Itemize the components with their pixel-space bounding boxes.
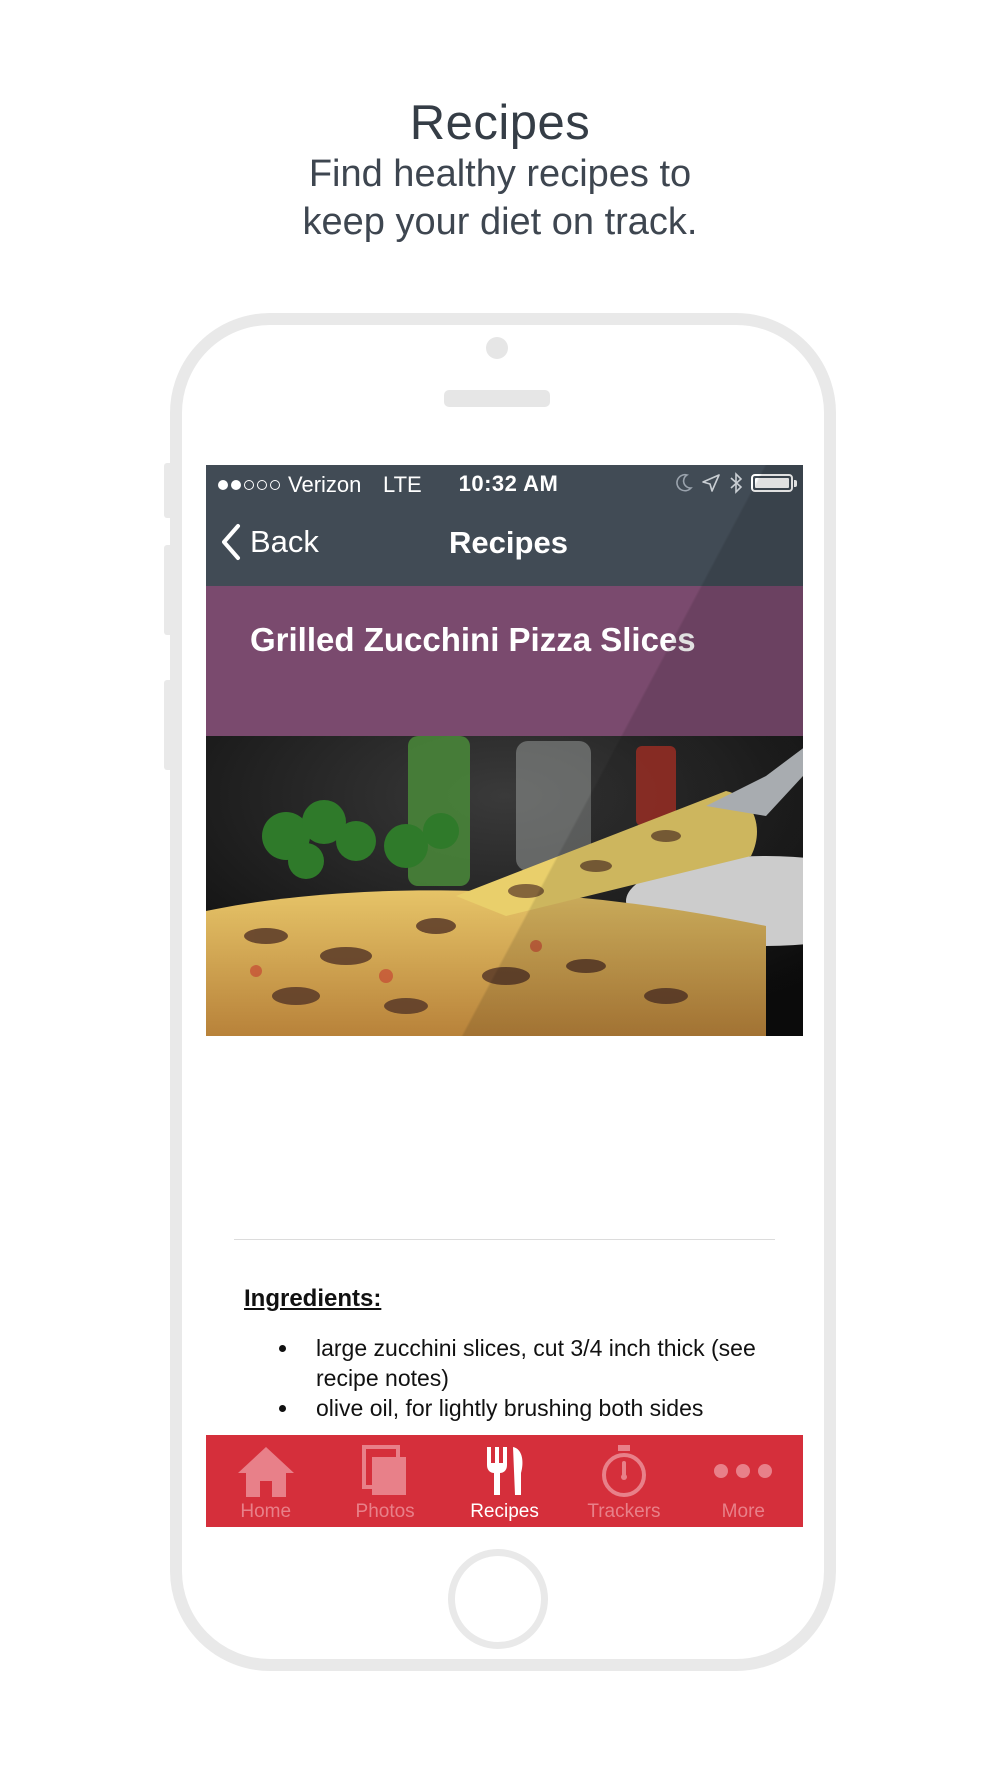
tab-label: Photos	[355, 1501, 415, 1522]
location-arrow-icon	[702, 474, 720, 492]
recipe-title: Grilled Zucchini Pizza Slices	[250, 621, 696, 658]
ingredient-item: olive oil, for lightly brushing both sid…	[300, 1393, 764, 1423]
photos-icon	[362, 1445, 407, 1495]
tab-trackers[interactable]: Trackers	[564, 1435, 683, 1527]
promo-subtitle: Find healthy recipes to keep your diet o…	[250, 150, 750, 246]
tab-label: More	[721, 1501, 765, 1522]
navigation-bar: Back Recipes	[206, 503, 803, 586]
stopwatch-icon	[601, 1445, 646, 1497]
tab-bar: Home Photos Recipes Trackers More	[206, 1435, 803, 1527]
content-divider	[234, 1239, 775, 1240]
tab-label: Home	[240, 1501, 292, 1522]
battery-tip	[794, 480, 797, 487]
tab-photos[interactable]: Photos	[325, 1435, 444, 1527]
fork-knife-icon	[486, 1447, 523, 1495]
app-screen: Verizon LTE 10:32 AM Back Recipes Grille…	[206, 465, 803, 1527]
phone-speaker	[444, 390, 550, 407]
recipe-header: Grilled Zucchini Pizza Slices	[206, 586, 803, 736]
phone-volume-up	[164, 545, 172, 635]
bluetooth-icon	[730, 472, 743, 494]
tab-label: Recipes	[470, 1501, 539, 1522]
moon-icon	[676, 473, 693, 492]
battery-level	[755, 478, 789, 488]
status-icons	[675, 472, 797, 494]
status-bar: Verizon LTE 10:32 AM	[206, 465, 803, 503]
tab-home[interactable]: Home	[206, 1435, 325, 1527]
phone-camera	[486, 337, 508, 359]
phone-silent-switch	[164, 463, 172, 518]
tab-recipes[interactable]: Recipes	[445, 1435, 564, 1527]
ingredient-item: large zucchini slices, cut 3/4 inch thic…	[300, 1333, 764, 1393]
ingredients-section: Ingredients: large zucchini slices, cut …	[244, 1285, 764, 1423]
phone-volume-down	[164, 680, 172, 770]
tab-more[interactable]: More	[684, 1435, 803, 1527]
recipe-photo	[206, 736, 803, 1036]
ingredients-list: large zucchini slices, cut 3/4 inch thic…	[244, 1333, 764, 1423]
tab-label: Trackers	[587, 1501, 661, 1522]
battery-icon	[751, 474, 797, 492]
promo-subtitle-line-2: keep your diet on track.	[302, 201, 698, 243]
nav-title: Recipes	[449, 525, 568, 560]
phone-home-button[interactable]	[448, 1549, 548, 1649]
promo-subtitle-line-1: Find healthy recipes to	[308, 153, 692, 195]
ingredients-heading: Ingredients:	[244, 1285, 382, 1312]
promo-title: Recipes	[409, 96, 591, 150]
house-icon	[237, 1447, 294, 1497]
more-dots-icon	[714, 1464, 773, 1478]
